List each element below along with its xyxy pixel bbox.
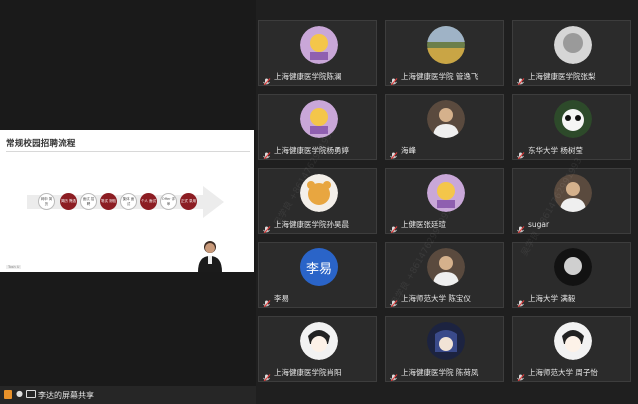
participant-tile[interactable]: 上海师范大学 周子怡	[512, 316, 631, 382]
participant-tile[interactable]: 李易 李易	[258, 242, 377, 308]
participant-name: 上海师范大学 陈宝仪	[401, 294, 471, 303]
muted-microphone-icon	[516, 294, 525, 307]
process-step: Offer 评审	[160, 193, 177, 210]
muted-microphone-icon	[262, 72, 271, 85]
participant-name-row: 上海健康医学院肖阳	[262, 367, 342, 381]
avatar	[427, 248, 465, 286]
slide-divider	[6, 151, 250, 152]
participant-name-row: 上健医张廷瑄	[389, 219, 446, 233]
participant-name-row: 海峰	[389, 145, 416, 159]
user-icon	[4, 390, 12, 399]
slide-footer-tag: Tosh U	[6, 265, 22, 269]
participant-name: 上海健康医学院孙昊晨	[274, 220, 349, 229]
participant-name: 上海健康医学院肖阳	[274, 368, 342, 377]
participant-name-row: 东华大学 杨树莹	[516, 145, 583, 159]
participant-name: 东华大学 杨树莹	[528, 146, 583, 155]
participant-name: 上海健康医学院陈澜	[274, 72, 342, 81]
muted-microphone-icon	[389, 72, 398, 85]
muted-microphone-icon	[262, 220, 271, 233]
muted-microphone-icon	[516, 220, 525, 233]
process-step: 面试 招聘	[80, 193, 97, 210]
participant-name: 李易	[274, 294, 289, 303]
avatar	[300, 174, 338, 212]
participant-name: 上海健康医学院 管逸飞	[401, 72, 479, 81]
participant-name-row: 李易	[262, 293, 289, 307]
avatar	[427, 26, 465, 64]
avatar	[554, 100, 592, 138]
participant-name: 上海健康医学院杨勇婷	[274, 146, 349, 155]
muted-microphone-icon	[516, 72, 525, 85]
participant-name-row: 上海健康医学院 陈荷凤	[389, 367, 479, 381]
muted-microphone-icon	[389, 146, 398, 159]
participant-tile[interactable]: 上健医张廷瑄	[385, 168, 504, 234]
participant-tile[interactable]: 上海健康医学院孙昊晨	[258, 168, 377, 234]
avatar	[554, 322, 592, 360]
participant-name-row: 上海健康医学院孙昊晨	[262, 219, 349, 233]
participant-name: 海峰	[401, 146, 416, 155]
muted-microphone-icon	[516, 146, 525, 159]
process-step: 简历 筛选	[60, 193, 77, 210]
process-step: 个人 面试	[140, 193, 157, 210]
participant-name: 上健医张廷瑄	[401, 220, 446, 229]
avatar	[300, 26, 338, 64]
muted-microphone-icon	[516, 368, 525, 381]
participant-name-row: 上海师范大学 周子怡	[516, 367, 598, 381]
screen-share-label: 李达的屏幕共享	[38, 391, 94, 400]
avatar	[427, 174, 465, 212]
participant-name-row: 上海大学 满毅	[516, 293, 576, 307]
muted-microphone-icon	[389, 294, 398, 307]
muted-microphone-icon	[262, 368, 271, 381]
microphone-icon[interactable]: ●	[16, 389, 23, 398]
avatar	[554, 248, 592, 286]
participant-tile[interactable]: 上海健康医学院 陈荷凤	[385, 316, 504, 382]
muted-microphone-icon	[262, 294, 271, 307]
participant-tile[interactable]: 东华大学 杨树莹	[512, 94, 631, 160]
avatar	[427, 322, 465, 360]
participant-name-row: 上海健康医学院陈澜	[262, 71, 342, 85]
participant-name: 上海大学 满毅	[528, 294, 576, 303]
participant-tile[interactable]: 上海健康医学院杨勇婷	[258, 94, 377, 160]
process-step: 笔试 测验	[100, 193, 117, 210]
avatar	[300, 322, 338, 360]
avatar	[300, 100, 338, 138]
participant-tile[interactable]: 上海健康医学院肖阳	[258, 316, 377, 382]
muted-microphone-icon	[262, 146, 271, 159]
avatar	[427, 100, 465, 138]
participant-name: 上海健康医学院张梨	[528, 72, 596, 81]
avatar	[554, 26, 592, 64]
participant-name-row: 上海健康医学院张梨	[516, 71, 596, 85]
screen-share-icon[interactable]	[26, 390, 36, 398]
muted-microphone-icon	[389, 220, 398, 233]
participant-name-row: 上海健康医学院杨勇婷	[262, 145, 349, 159]
process-step: 正式 录用	[180, 193, 197, 210]
participant-tile[interactable]: 海峰	[385, 94, 504, 160]
participant-name-row: sugar	[516, 219, 550, 233]
participant-tile[interactable]: 上海健康医学院陈澜	[258, 20, 377, 86]
avatar: 李易	[300, 248, 338, 286]
participant-tile[interactable]: 上海健康医学院张梨	[512, 20, 631, 86]
participant-name-row: 上海师范大学 陈宝仪	[389, 293, 471, 307]
avatar	[554, 174, 592, 212]
participant-tile[interactable]: 上海师范大学 陈宝仪	[385, 242, 504, 308]
muted-microphone-icon	[389, 368, 398, 381]
process-step: 网申 简历	[38, 193, 55, 210]
participant-name: 上海师范大学 周子怡	[528, 368, 598, 377]
presenter-video	[198, 241, 222, 272]
participant-tile[interactable]: 上海大学 满毅	[512, 242, 631, 308]
participant-tile[interactable]: 上海健康医学院 管逸飞	[385, 20, 504, 86]
participant-tile[interactable]: sugar	[512, 168, 631, 234]
participant-name-row: 上海健康医学院 管逸飞	[389, 71, 479, 85]
process-step: 集体 面试	[120, 193, 137, 210]
participant-name: sugar	[528, 220, 550, 229]
slide-title: 常规校园招聘流程	[6, 139, 76, 149]
participant-name: 上海健康医学院 陈荷凤	[401, 368, 479, 377]
